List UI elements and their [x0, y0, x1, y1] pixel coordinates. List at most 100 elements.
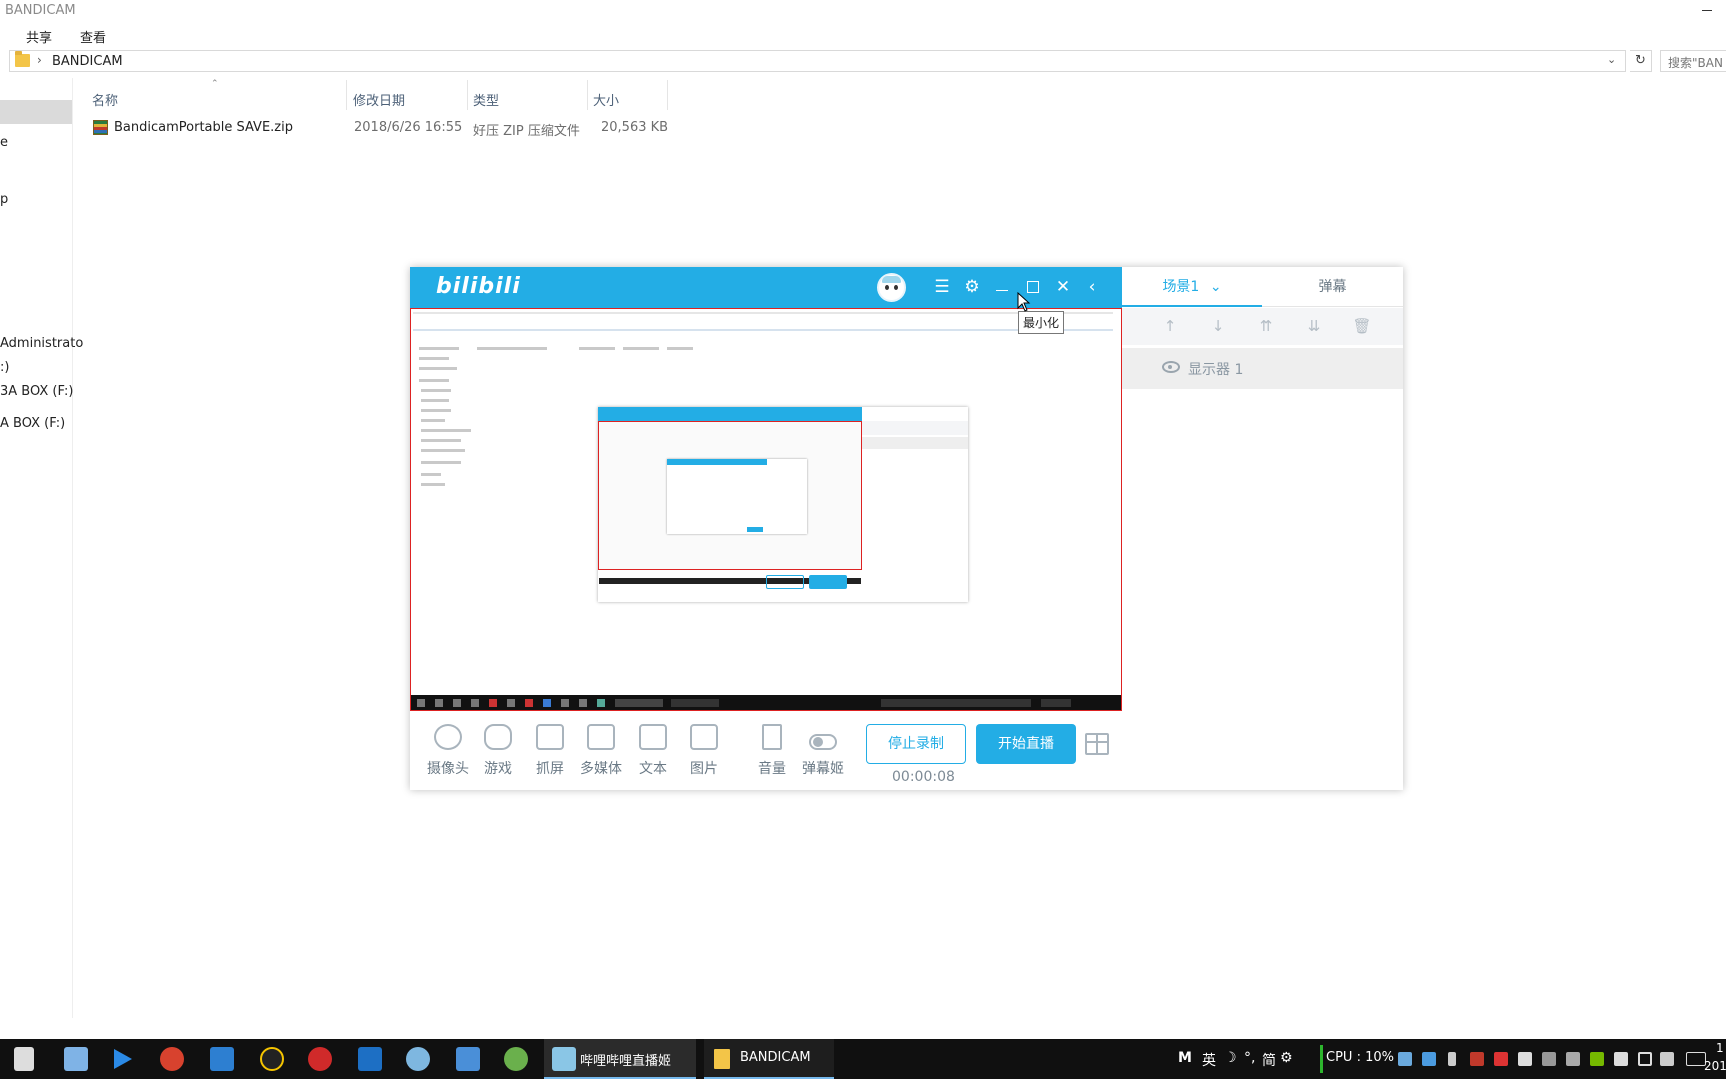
network-icon[interactable] — [1614, 1052, 1628, 1066]
nav-item-box-drive[interactable]: 3A BOX (F:) — [0, 384, 73, 399]
image-button[interactable]: 图片 — [679, 724, 729, 778]
grid-icon[interactable] — [1518, 1052, 1532, 1066]
taskbar-app-bilibili[interactable]: 哔哩哔哩直播姬 — [544, 1039, 696, 1079]
move-up-icon[interactable]: ↑ — [1158, 316, 1182, 336]
bird-app-icon[interactable] — [456, 1047, 480, 1071]
preview-taskbar-app — [671, 699, 719, 707]
menu-icon[interactable]: ☰ — [930, 275, 954, 299]
eye-icon[interactable] — [1162, 361, 1180, 373]
minimize-icon[interactable] — [990, 275, 1014, 299]
ribbon-tab-view[interactable]: 查看 — [80, 27, 106, 46]
nav-item-administrator[interactable]: Administrato — [0, 336, 83, 351]
address-bar[interactable]: › BANDICAM ⌄ — [9, 50, 1626, 72]
screen-capture-button[interactable]: 抓屏 — [525, 724, 575, 778]
column-divider[interactable] — [467, 80, 468, 110]
column-header-type[interactable]: 类型 — [473, 90, 499, 109]
tab-scene[interactable]: 场景1 ⌄ — [1122, 267, 1262, 307]
media-button[interactable]: 多媒体 — [576, 724, 626, 778]
laptop-app-icon[interactable] — [64, 1047, 88, 1071]
chevron-down-icon[interactable]: ⌄ — [1210, 279, 1222, 295]
tray-app-icon[interactable] — [1470, 1052, 1484, 1066]
ime-mode[interactable]: M — [1178, 1050, 1192, 1066]
scene-item[interactable]: 显示器 1 — [1122, 348, 1403, 389]
settings-icon[interactable]: ⚙ — [960, 275, 984, 299]
netease-music-icon[interactable] — [308, 1047, 332, 1071]
move-down-icon[interactable]: ↓ — [1206, 316, 1230, 336]
clock-time[interactable]: 1 — [1716, 1041, 1724, 1055]
tray-app-icon[interactable] — [1422, 1052, 1436, 1066]
collapse-icon[interactable]: ‹ — [1080, 275, 1104, 299]
preview-taskbar-icon — [561, 699, 569, 707]
play-app-icon[interactable] — [110, 1047, 134, 1071]
globe-app-icon[interactable] — [504, 1047, 528, 1071]
breadcrumb-separator[interactable]: › — [37, 53, 42, 67]
cloud-app-icon[interactable] — [406, 1047, 430, 1071]
ribbon-tab-share[interactable]: 共享 — [26, 27, 52, 46]
preview-taskbar-icon — [417, 699, 425, 707]
avatar[interactable] — [877, 273, 906, 302]
blue-app-icon[interactable] — [210, 1047, 234, 1071]
camera-button[interactable]: 摄像头 — [423, 724, 473, 778]
taskbar-app-bandicam[interactable]: BANDICAM — [704, 1039, 834, 1079]
file-row[interactable]: BandicamPortable SAVE.zip 2018/6/26 16:5… — [90, 117, 670, 139]
breadcrumb-bandicam[interactable]: BANDICAM — [52, 54, 123, 69]
preview-content — [667, 347, 693, 350]
volume-button[interactable]: 音量 — [747, 724, 797, 778]
image-icon — [690, 724, 718, 750]
nav-item[interactable]: p — [0, 192, 8, 207]
ime-halfwidth-icon[interactable]: ☽ — [1224, 1050, 1237, 1066]
nav-selected-item[interactable] — [0, 100, 72, 124]
volume-icon[interactable] — [1638, 1052, 1652, 1066]
preview-taskbar-icon — [543, 699, 551, 707]
pen-icon[interactable] — [1660, 1052, 1674, 1066]
mic-app-icon[interactable] — [14, 1047, 34, 1071]
qq-app-icon[interactable] — [260, 1047, 284, 1071]
column-header-size[interactable]: 大小 — [593, 90, 619, 109]
window-title: BANDICAM — [5, 3, 76, 18]
nvidia-icon[interactable] — [1590, 1052, 1604, 1066]
search-input[interactable]: 搜索"BAN — [1660, 50, 1726, 72]
window-minimize-button[interactable] — [1698, 2, 1716, 18]
cpu-usage[interactable]: CPU : 10% — [1326, 1050, 1394, 1065]
column-divider[interactable] — [667, 80, 668, 110]
delete-icon[interactable]: 🗑 — [1350, 316, 1374, 336]
nav-item-box-drive[interactable]: A BOX (F:) — [0, 416, 65, 431]
bilibili-logo: bilibili — [436, 274, 521, 299]
move-top-icon[interactable]: ⇈ — [1254, 316, 1278, 336]
nav-item-drive[interactable]: :) — [0, 360, 9, 375]
game-button[interactable]: 游戏 — [473, 724, 523, 778]
ime-settings-icon[interactable]: ⚙ — [1280, 1050, 1293, 1066]
usb-icon[interactable] — [1448, 1052, 1456, 1066]
column-divider[interactable] — [587, 80, 588, 110]
capture-preview[interactable] — [410, 308, 1122, 711]
column-header-modified[interactable]: 修改日期 — [353, 90, 405, 109]
ime-punctuation[interactable]: °, — [1244, 1050, 1255, 1066]
nav-item[interactable]: e — [0, 135, 8, 150]
column-divider[interactable] — [346, 80, 347, 110]
gift-icon[interactable] — [1085, 733, 1109, 755]
move-bottom-icon[interactable]: ⇊ — [1302, 316, 1326, 336]
ime-language[interactable]: 英 — [1202, 1050, 1216, 1070]
chevron-down-icon[interactable]: ⌄ — [1607, 53, 1621, 69]
tray-app-icon[interactable] — [1566, 1052, 1580, 1066]
ime-simplified[interactable]: 简 — [1262, 1050, 1276, 1070]
tray-app-icon[interactable] — [1398, 1052, 1412, 1066]
stop-record-button[interactable]: 停止录制 — [866, 724, 966, 764]
start-live-button[interactable]: 开始直播 — [976, 724, 1076, 764]
column-header-name[interactable]: 名称 — [92, 90, 118, 109]
minimize-tooltip: 最小化 — [1018, 311, 1065, 334]
close-icon[interactable]: ✕ — [1051, 275, 1075, 299]
clock-date[interactable]: 201 — [1704, 1059, 1726, 1073]
tab-danmaku[interactable]: 弹幕 — [1262, 267, 1403, 307]
tray-app-icon[interactable] — [1542, 1052, 1556, 1066]
text-button[interactable]: 文本 — [628, 724, 678, 778]
danmaku-button[interactable]: 弹幕姬 — [798, 724, 848, 778]
refresh-button[interactable]: ↻ — [1630, 50, 1652, 72]
preview-taskbar-icon — [471, 699, 479, 707]
red-app-icon[interactable] — [160, 1047, 184, 1071]
preview-content — [413, 312, 1113, 314]
keyboard-icon[interactable] — [1686, 1052, 1706, 1066]
tray-app-icon[interactable] — [1494, 1052, 1508, 1066]
maxthon-app-icon[interactable] — [358, 1047, 382, 1071]
scene-tools: ↑ ↓ ⇈ ⇊ 🗑 — [1122, 308, 1403, 345]
